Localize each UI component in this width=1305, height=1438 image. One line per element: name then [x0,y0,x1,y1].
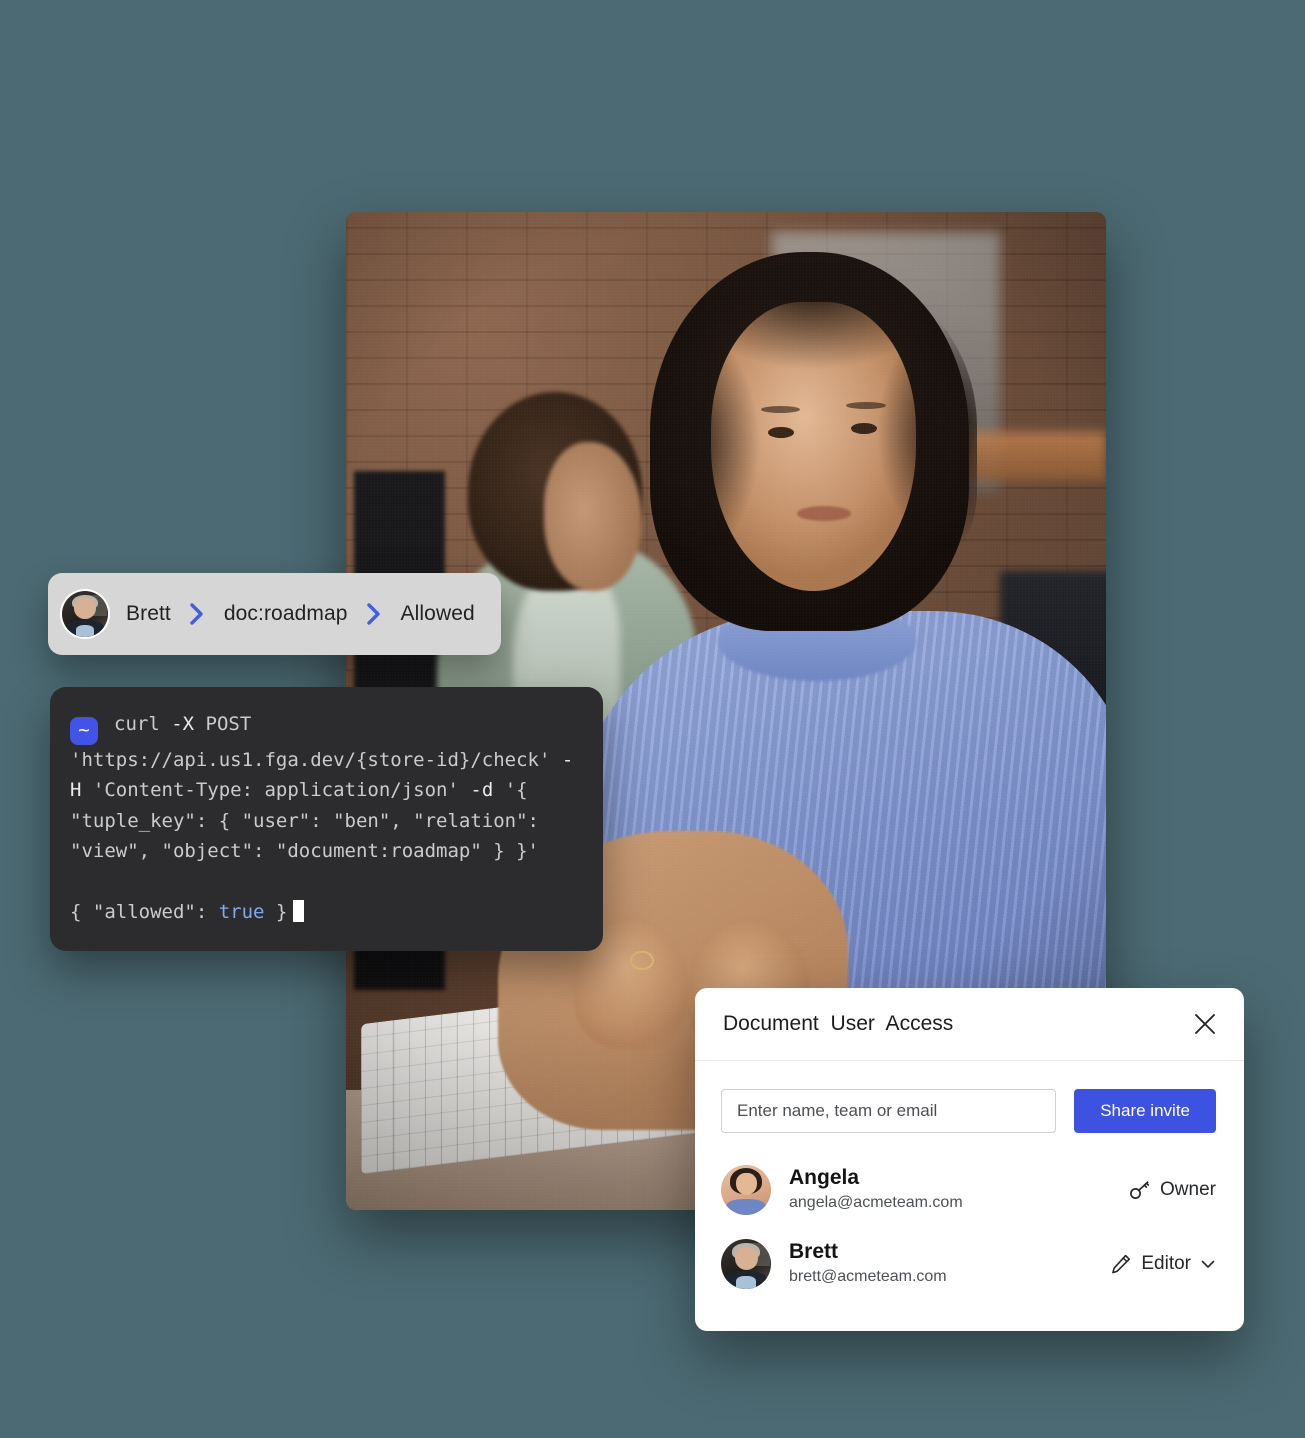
member-role-owner: Owner [1129,1179,1216,1201]
member-info: Angela angela@acmeteam.com [789,1165,1129,1215]
screenshot-stage: Brett doc:roadmap Allowed ~ curl -X POST … [0,0,1305,1438]
document-user-access-panel: Document User Access Share invite [695,988,1244,1331]
close-icon[interactable] [1188,1007,1222,1041]
member-role-label: Owner [1160,1179,1216,1200]
page-title: Document User Access [723,1012,954,1035]
breadcrumb-step-object: doc:roadmap [223,602,348,625]
terminal-output-suffix: } [264,900,288,923]
angela-avatar [721,1165,771,1215]
terminal-command-line: ~ curl -X POST 'https://api.us1.fga.dev/{… [70,709,579,867]
terminal-command-seg: curl [114,713,172,735]
share-invite-button[interactable]: Share invite [1074,1089,1216,1133]
list-item[interactable]: Brett brett@acmeteam.com Editor [721,1227,1216,1301]
chevron-right-icon [189,602,206,626]
breadcrumb-step-user: Brett [126,602,171,625]
list-item[interactable]: Angela angela@acmeteam.com Owner [721,1153,1216,1227]
terminal-command-seg: 'Content-Type: application/json' [81,779,471,801]
brett-avatar [62,591,108,637]
members-list: Angela angela@acmeteam.com Owner Brett b… [695,1137,1244,1331]
member-role-editor-dropdown[interactable]: Editor [1110,1253,1216,1275]
key-icon [1129,1180,1151,1200]
member-email: angela@acmeteam.com [789,1193,963,1211]
terminal-card: ~ curl -X POST 'https://api.us1.fga.dev/{… [50,687,603,951]
access-breadcrumb-pill: Brett doc:roadmap Allowed [48,573,501,655]
chevron-right-icon [366,602,383,626]
terminal-prompt-icon: ~ [70,716,98,745]
terminal-flag-d: -d [470,779,494,801]
terminal-cursor [293,899,305,922]
member-role-label: Editor [1141,1253,1191,1274]
terminal-output-prefix: { "allowed": [70,900,219,923]
invite-row: Share invite [695,1061,1244,1137]
panel-header: Document User Access [695,988,1244,1061]
member-name: Brett [789,1240,839,1264]
member-email: brett@acmeteam.com [789,1267,947,1285]
terminal-output-line: { "allowed": true } [70,897,579,928]
member-name: Angela [789,1166,860,1190]
terminal-output-value: true [218,900,265,923]
terminal-spacer [70,867,579,897]
breadcrumb-step-result: Allowed [400,602,475,625]
terminal-flag-x: -X [171,713,195,735]
member-info: Brett brett@acmeteam.com [789,1239,1110,1289]
chevron-down-icon[interactable] [1200,1258,1216,1270]
brett-avatar [721,1239,771,1289]
pencil-icon [1110,1253,1132,1275]
invite-input[interactable] [721,1089,1057,1133]
